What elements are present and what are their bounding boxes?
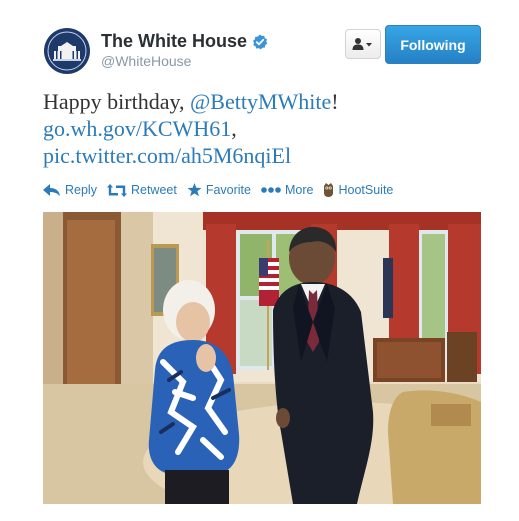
more-label: More	[284, 183, 314, 197]
verified-badge-icon	[253, 34, 268, 49]
reply-action[interactable]: Reply	[43, 183, 97, 197]
hootsuite-action[interactable]: HootSuite	[323, 183, 393, 197]
url-suffix: ,	[231, 116, 237, 141]
hootsuite-label: HootSuite	[338, 183, 394, 197]
favorite-label: Favorite	[205, 183, 251, 197]
more-dots-icon	[261, 187, 281, 193]
reply-icon	[43, 184, 60, 196]
tweet-card: The White House @WhiteHouse Following Ha…	[0, 0, 519, 521]
tweet-actions: Reply Retweet Favorite More HootSuite	[43, 183, 403, 197]
tweet-text-suffix: !	[331, 89, 339, 114]
tweet-text-prefix: Happy birthday,	[43, 89, 191, 114]
tweet-line-2: go.wh.gov/KCWH61,	[43, 115, 483, 142]
fullname[interactable]: The White House	[101, 31, 247, 52]
star-icon	[187, 183, 202, 197]
tweet-line-1: Happy birthday, @BettyMWhite!	[43, 88, 483, 115]
white-house-seal-icon	[44, 28, 90, 74]
url-link[interactable]: go.wh.gov/KCWH61	[43, 116, 231, 141]
more-action[interactable]: More	[261, 183, 313, 197]
user-dropdown-icon	[352, 38, 372, 50]
mention-link[interactable]: @BettyMWhite	[190, 89, 331, 114]
tweet-text: Happy birthday, @BettyMWhite! go.wh.gov/…	[43, 88, 483, 169]
tweet-photo[interactable]	[43, 212, 481, 504]
retweet-icon	[106, 183, 127, 197]
reply-label: Reply	[65, 183, 97, 197]
name-row: The White House	[101, 31, 268, 52]
avatar[interactable]	[43, 27, 91, 75]
oval-office-photo	[43, 212, 481, 504]
tweet-line-3: pic.twitter.com/ah5M6nqiEl	[43, 142, 483, 169]
user-dropdown-button[interactable]	[345, 29, 381, 59]
retweet-label: Retweet	[130, 183, 177, 197]
hootsuite-owl-icon	[324, 183, 334, 197]
retweet-action[interactable]: Retweet	[106, 183, 177, 197]
following-button[interactable]: Following	[385, 25, 481, 64]
pic-link[interactable]: pic.twitter.com/ah5M6nqiEl	[43, 143, 291, 168]
screenname[interactable]: @WhiteHouse	[101, 53, 191, 69]
favorite-action[interactable]: Favorite	[187, 183, 251, 197]
